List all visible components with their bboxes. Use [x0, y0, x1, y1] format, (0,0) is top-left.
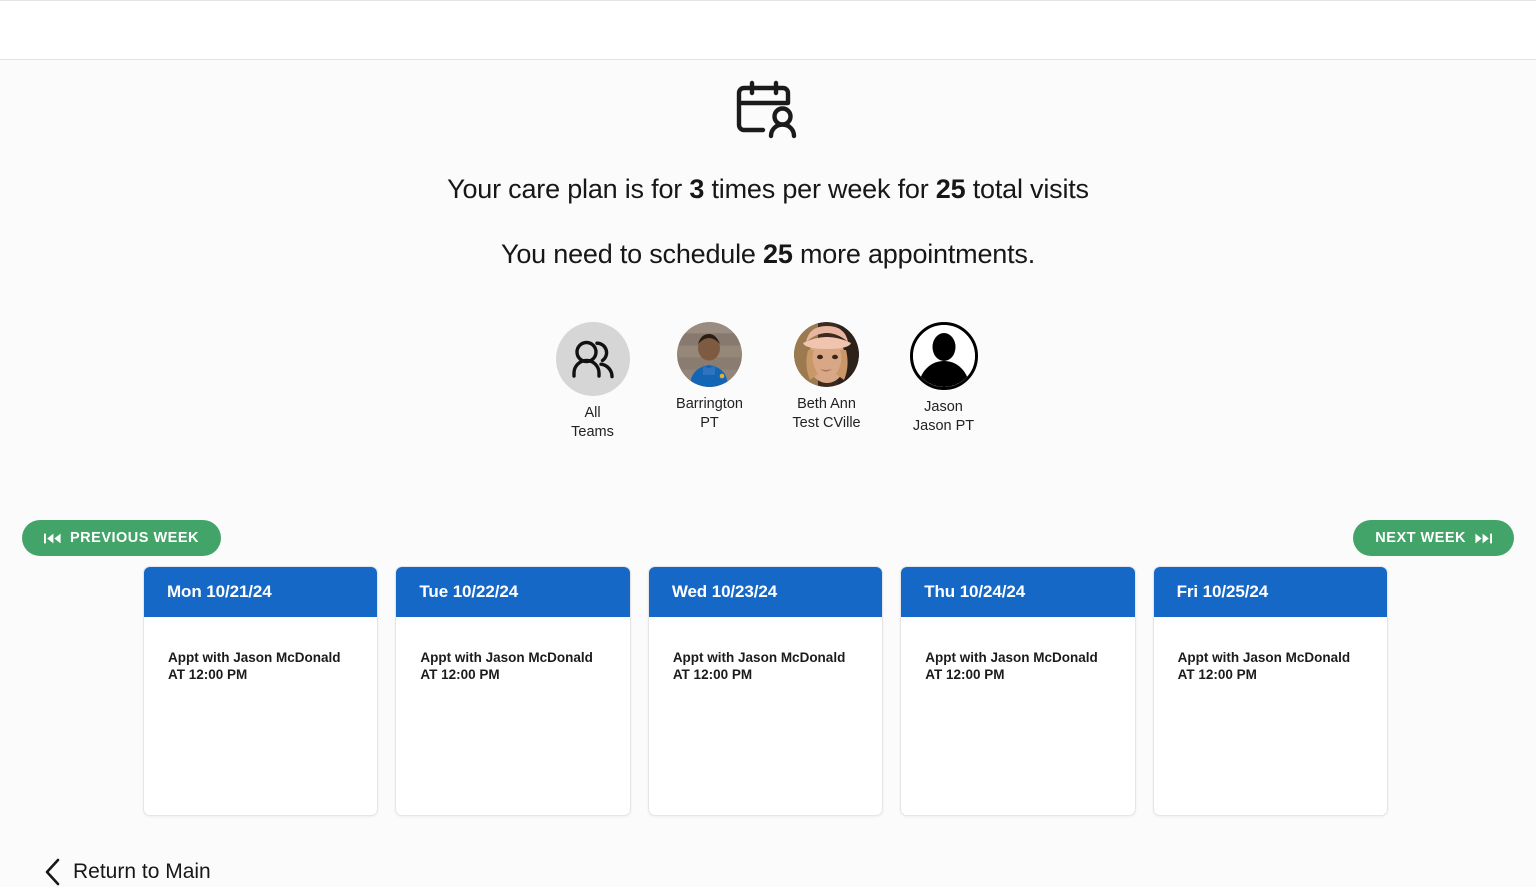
day-body: Appt with Jason McDonald AT 12:00 PM [396, 617, 629, 815]
day-body: Appt with Jason McDonald AT 12:00 PM [649, 617, 882, 815]
appointment-entry[interactable]: Appt with Jason McDonald AT 12:00 PM [168, 649, 361, 683]
week-day-grid: Mon 10/21/24 Appt with Jason McDonald AT… [143, 566, 1389, 816]
chevron-left-icon [45, 858, 60, 886]
therapist-name: Barrington PT [676, 396, 743, 431]
photo-avatar-beth-ann [794, 322, 859, 387]
therapist-name: All Teams [571, 405, 614, 440]
care-plan-prefix: Your care plan is for [447, 174, 690, 204]
care-plan-frequency: 3 [689, 174, 705, 204]
group-people-icon [571, 340, 614, 379]
care-plan-hero: Your care plan is for 3 times per week f… [0, 60, 1536, 270]
appointments-needed-headline: You need to schedule 25 more appointment… [0, 239, 1536, 270]
care-plan-total-visits: 25 [935, 174, 966, 204]
day-body: Appt with Jason McDonald AT 12:00 PM [1154, 617, 1387, 815]
care-plan-headline: Your care plan is for 3 times per week f… [0, 174, 1536, 205]
day-body: Appt with Jason McDonald AT 12:00 PM [901, 617, 1134, 815]
therapist-filter-row: All Teams Barrington PT Beth Ann Test CV… [0, 322, 1536, 442]
day-header: Thu 10/24/24 [901, 567, 1135, 617]
need-suffix: more appointments. [792, 239, 1035, 269]
day-header: Wed 10/23/24 [648, 567, 883, 617]
day-card-wed: Wed 10/23/24 Appt with Jason McDonald AT… [647, 566, 884, 816]
previous-week-label: PREVIOUS WEEK [70, 530, 199, 546]
skip-forward-icon [1475, 533, 1492, 543]
therapist-filter-beth-ann[interactable]: Beth Ann Test CVille [779, 322, 874, 433]
next-week-label: NEXT WEEK [1375, 530, 1466, 546]
day-header: Tue 10/22/24 [396, 567, 630, 617]
scheduling-page: Your care plan is for 3 times per week f… [0, 60, 1536, 886]
next-week-button[interactable]: NEXT WEEK [1353, 520, 1514, 556]
day-card-fri: Fri 10/25/24 Appt with Jason McDonald AT… [1152, 566, 1389, 816]
day-header: Mon 10/21/24 [144, 567, 378, 617]
therapist-filter-jason[interactable]: Jason Jason PT [896, 322, 991, 436]
avatar [555, 322, 630, 396]
care-plan-middle: times per week for [704, 174, 936, 204]
therapist-filter-barrington[interactable]: Barrington PT [662, 322, 757, 433]
avatar [677, 322, 742, 387]
need-count: 25 [763, 239, 793, 269]
week-navigation: PREVIOUS WEEK NEXT WEEK [0, 520, 1536, 556]
appointment-entry[interactable]: Appt with Jason McDonald AT 12:00 PM [1178, 649, 1371, 683]
avatar [794, 322, 859, 387]
therapist-name: Beth Ann Test CVille [792, 396, 861, 431]
day-card-tue: Tue 10/22/24 Appt with Jason McDonald AT… [395, 566, 631, 816]
return-to-main-label: Return to Main [73, 860, 211, 883]
day-header: Fri 10/25/24 [1153, 567, 1388, 617]
day-card-mon: Mon 10/21/24 Appt with Jason McDonald AT… [143, 566, 379, 816]
appointment-entry[interactable]: Appt with Jason McDonald AT 12:00 PM [925, 649, 1118, 683]
day-body: Appt with Jason McDonald AT 12:00 PM [144, 617, 377, 815]
skip-backward-icon [44, 533, 61, 543]
photo-avatar-barrington [677, 322, 742, 387]
previous-week-button[interactable]: PREVIOUS WEEK [22, 520, 221, 556]
day-card-thu: Thu 10/24/24 Appt with Jason McDonald AT… [900, 566, 1136, 816]
appointment-entry[interactable]: Appt with Jason McDonald AT 12:00 PM [420, 649, 613, 683]
therapist-filter-all-teams[interactable]: All Teams [545, 322, 640, 442]
person-silhouette-icon [912, 325, 975, 387]
care-plan-suffix: total visits [965, 174, 1089, 204]
therapist-name: Jason Jason PT [912, 399, 975, 434]
return-to-main-link[interactable]: Return to Main [44, 858, 211, 886]
need-prefix: You need to schedule [501, 239, 764, 269]
appointment-entry[interactable]: Appt with Jason McDonald AT 12:00 PM [673, 649, 866, 683]
app-topbar [0, 0, 1536, 60]
avatar [909, 322, 978, 390]
calendar-user-icon [736, 80, 797, 139]
